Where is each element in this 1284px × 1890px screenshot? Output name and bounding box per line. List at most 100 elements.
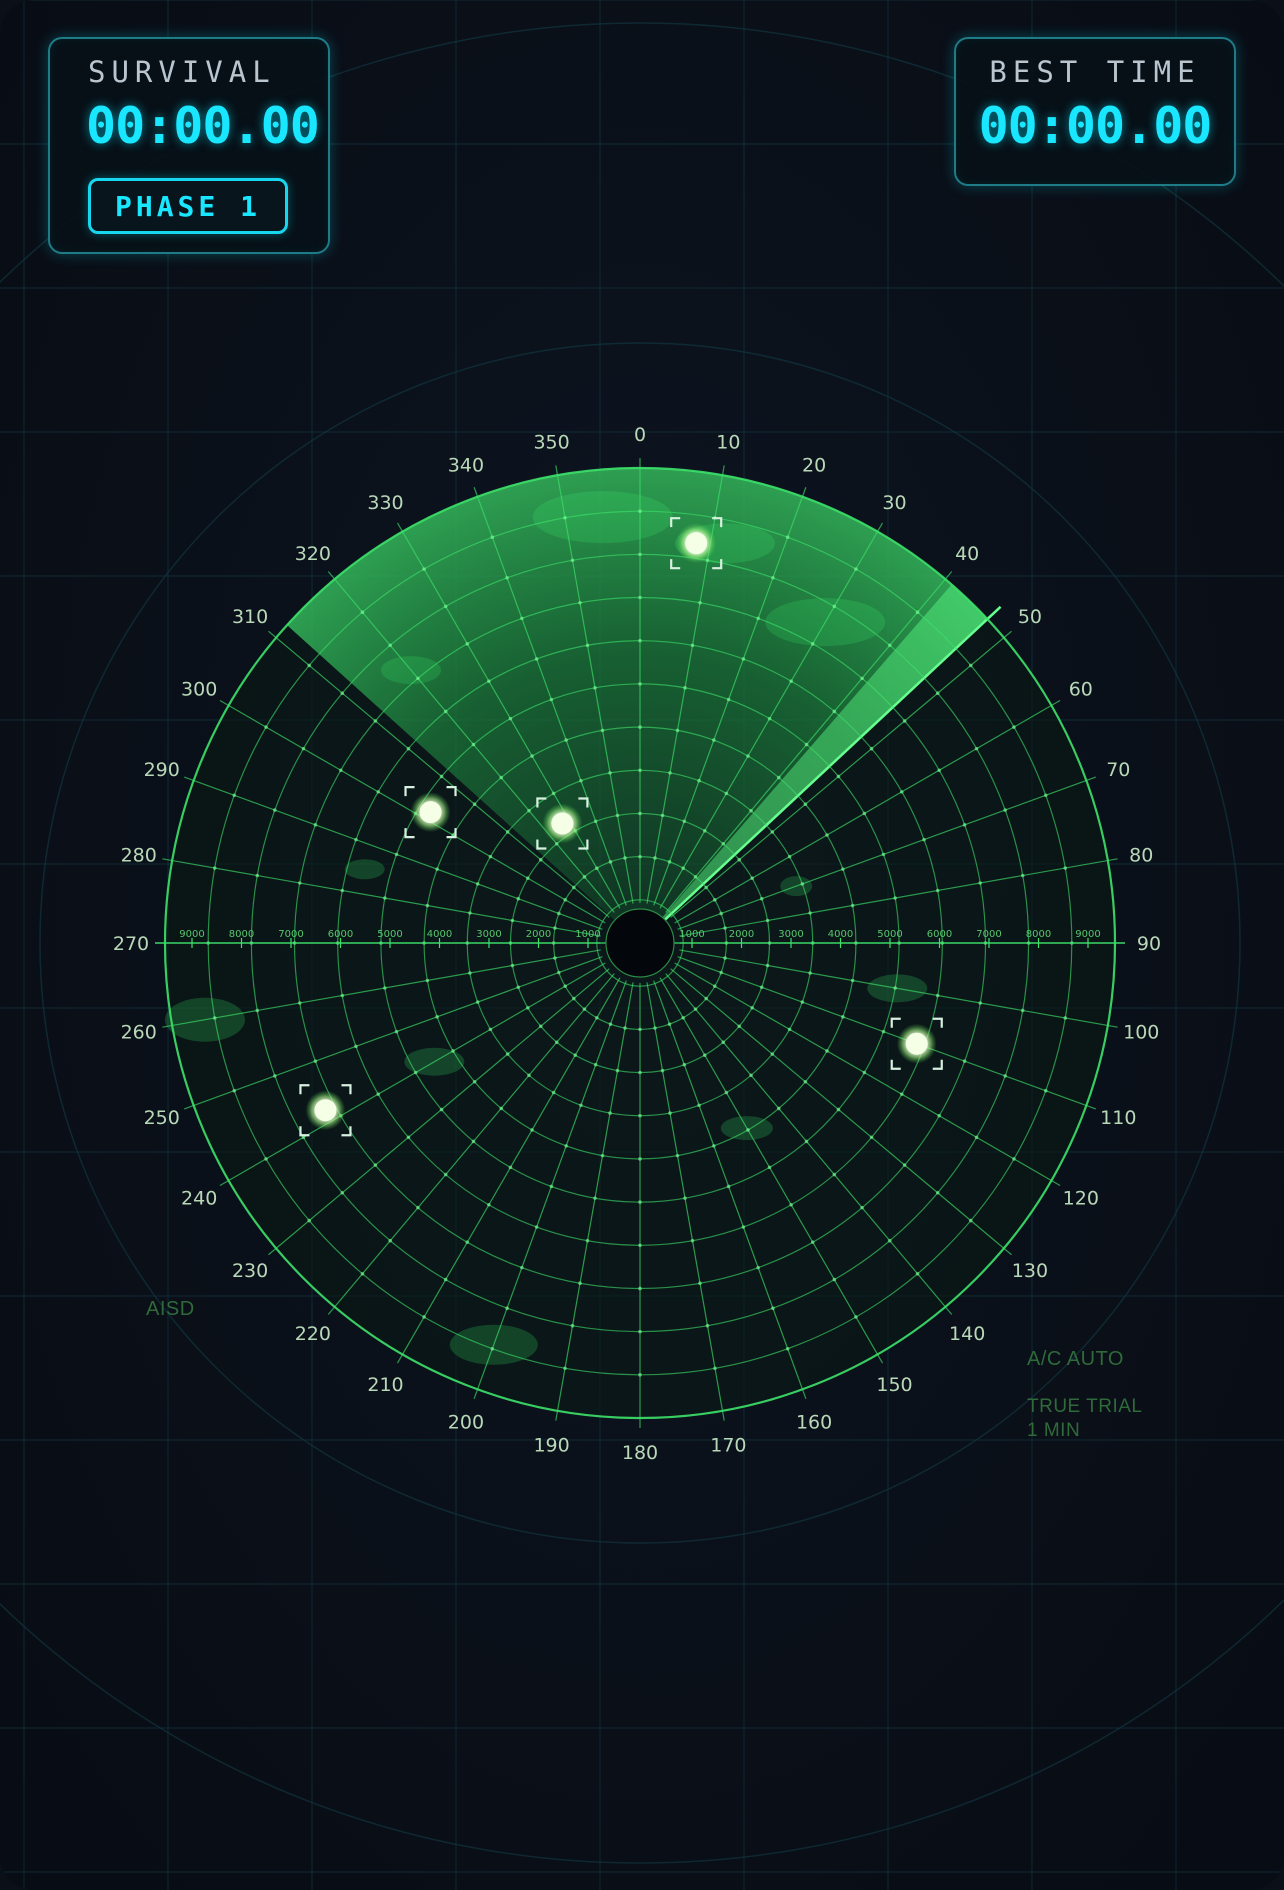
range-label-west: 3000 <box>476 929 501 940</box>
radar-tick-dot <box>516 985 521 990</box>
radar-tick-dot <box>675 728 680 733</box>
radar-tick-dot <box>862 811 867 816</box>
radar-tick-dot <box>471 1139 476 1144</box>
bearing-label: 270 <box>113 933 149 955</box>
range-label-east: 3000 <box>778 929 803 940</box>
radar-tick-dot <box>526 876 530 881</box>
bearing-label: 140 <box>949 1323 985 1345</box>
status-text-left: AISD <box>146 1298 195 1320</box>
radar-tick-dot <box>800 1000 805 1004</box>
bearing-label: 80 <box>1129 845 1153 867</box>
radar-tick-dot <box>582 1007 587 1011</box>
radar-tick-dot <box>487 679 491 684</box>
radar-tick-dot <box>1020 1008 1025 1013</box>
radar-tick-dot <box>737 857 742 862</box>
range-label-east: 6000 <box>927 929 952 940</box>
radar-tick-dot <box>726 1184 731 1189</box>
radar-tick-dot <box>638 1157 642 1161</box>
range-label-west: 2000 <box>526 929 551 940</box>
radar-tick-dot <box>712 738 716 742</box>
radar-tick-dot <box>836 774 841 779</box>
bearing-label: 350 <box>533 432 569 454</box>
radar-tick-dot <box>638 552 642 557</box>
radar-tick-dot <box>475 882 480 886</box>
radar-tick-dot <box>623 856 627 860</box>
radar-tick-dot <box>804 1139 809 1144</box>
radar-tick-dot <box>638 638 642 643</box>
radar-tick-dot <box>915 610 920 615</box>
radar-tick-dot <box>675 1153 680 1158</box>
radar-tick-dot <box>803 1079 808 1084</box>
radar-tick-dot <box>394 852 399 857</box>
radar-tick-dot <box>693 1007 698 1011</box>
radar-tick-dot <box>712 898 717 902</box>
radar-tick-dot <box>439 1107 444 1112</box>
radar-tick-dot <box>383 986 387 990</box>
radar-tick-dot <box>551 1090 556 1095</box>
radar-tick-dot <box>508 716 513 721</box>
radar-tick-dot <box>862 1070 867 1075</box>
radar-tick-dot <box>721 841 726 846</box>
radar-tick-dot <box>578 600 582 605</box>
radar-tick-dot <box>808 911 812 915</box>
radar-tick-dot <box>563 1366 567 1371</box>
radar-tick-dot <box>554 1040 559 1045</box>
radar-tick-dot <box>472 1079 477 1084</box>
radar-tick-dot <box>638 1027 642 1032</box>
radar-tick-dot <box>488 854 493 859</box>
radar-tick-dot <box>579 1103 583 1108</box>
radar-tick-dot <box>534 657 539 661</box>
bearing-label: 70 <box>1106 759 1130 781</box>
radar-tick-dot <box>804 742 809 747</box>
radar-tick-dot <box>564 1144 568 1148</box>
radar-tick-dot <box>557 970 561 975</box>
radar-tick-dot <box>770 1052 775 1056</box>
radar-tick-dot <box>899 1092 904 1096</box>
radar-tick-dot <box>869 746 874 751</box>
radar-tick-dot <box>962 1059 967 1063</box>
radar-tick-dot <box>741 1225 746 1229</box>
radar-tick-dot <box>698 600 702 605</box>
bearing-label: 170 <box>710 1434 746 1456</box>
range-label-east: 2000 <box>729 929 754 940</box>
radar-tick-dot <box>585 1238 590 1243</box>
radar-tick-dot <box>771 1306 775 1310</box>
bearing-label: 230 <box>232 1260 268 1282</box>
radar-tick-dot <box>841 867 845 871</box>
radar-tick-dot <box>505 830 510 834</box>
radar-tick-dot <box>549 697 554 702</box>
radar-tick-dot <box>490 535 495 540</box>
radar-tick-dot <box>264 725 268 729</box>
radar-tick-dot <box>608 771 612 775</box>
radar-tick-dot <box>595 1015 599 1020</box>
radar-tick-dot <box>719 911 723 916</box>
radar-tick-dot <box>425 978 430 983</box>
radar-tick-dot <box>712 1144 716 1148</box>
radar-tick-dot <box>767 716 772 721</box>
radar-tick-dot <box>439 774 444 779</box>
radar-tick-dot <box>765 918 770 923</box>
radar-tick-dot <box>212 866 217 870</box>
radar-tick-dot <box>340 888 345 893</box>
best-time-label: BEST TIME <box>989 55 1201 89</box>
radar-tick-dot <box>593 686 597 690</box>
radar-tick-dot <box>789 679 793 684</box>
radar-tick-dot <box>340 691 345 695</box>
radar-tick-dot <box>1043 1088 1048 1093</box>
radar-tick-dot <box>468 911 472 915</box>
status-text-autopilot: A/C AUTO <box>1027 1348 1124 1370</box>
bearing-label: 210 <box>367 1374 403 1396</box>
radar-tick-dot <box>443 604 448 609</box>
radar-tick-dot <box>832 1277 837 1282</box>
radar-tick-dot <box>746 754 750 758</box>
radar-tick-dot <box>526 1005 530 1010</box>
range-label-east: 5000 <box>877 929 902 940</box>
radar-tick-dot <box>974 746 979 751</box>
radar-tick-dot <box>713 1366 717 1371</box>
radar-tick-dot <box>394 1029 399 1034</box>
range-label-west: 8000 <box>229 929 254 940</box>
radar-tick-dot <box>297 1001 302 1005</box>
bearing-label: 310 <box>232 606 268 628</box>
radar-tick-dot <box>608 860 613 864</box>
survival-panel: SURVIVAL 00:00.00 PHASE 1 <box>48 37 330 254</box>
